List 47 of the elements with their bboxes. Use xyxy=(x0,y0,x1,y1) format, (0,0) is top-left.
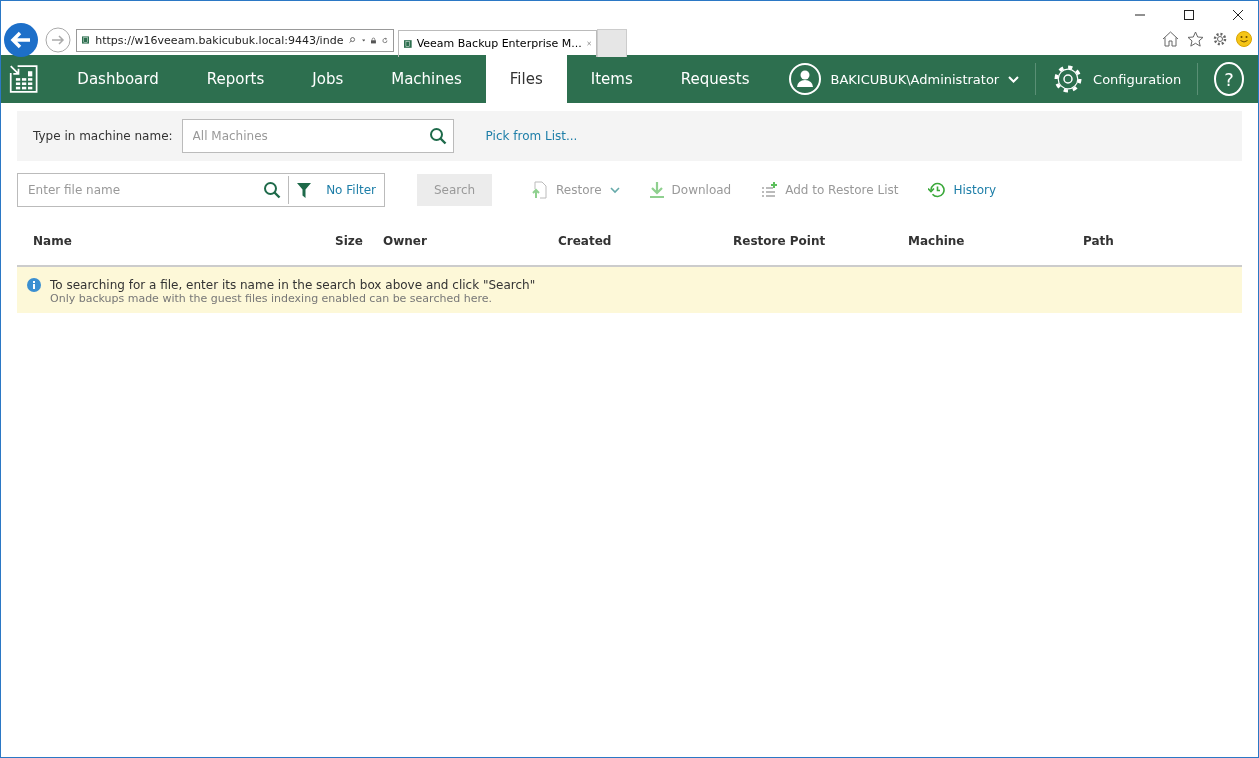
nav-tab[interactable]: Items xyxy=(566,55,657,103)
download-icon xyxy=(649,182,664,198)
back-icon[interactable] xyxy=(3,22,39,58)
nav-tab[interactable]: Machines xyxy=(367,55,486,103)
column-header[interactable]: Created xyxy=(542,234,717,248)
caret-icon[interactable] xyxy=(361,37,366,43)
nav-tab[interactable]: Dashboard xyxy=(53,55,183,103)
file-upload-icon xyxy=(532,181,548,199)
url-text: https://w16veeam.bakicubuk.local:9443/inde xyxy=(95,33,344,47)
address-bar[interactable]: https://w16veeam.bakicubuk.local:9443/inde xyxy=(76,28,394,52)
settings-icon[interactable] xyxy=(1212,31,1228,47)
nav-tab[interactable]: Requests xyxy=(656,55,774,103)
column-header[interactable]: Size xyxy=(310,234,367,248)
star-icon[interactable] xyxy=(1187,31,1204,47)
history-icon xyxy=(928,182,946,198)
filter-button[interactable]: No Filter xyxy=(289,182,385,198)
smiley-icon[interactable] xyxy=(1236,31,1252,47)
pick-from-list-link[interactable]: Pick from List... xyxy=(485,129,578,143)
column-header[interactable]: Owner xyxy=(367,234,542,248)
funnel-icon xyxy=(297,182,312,198)
column-header[interactable]: Name xyxy=(17,234,310,248)
close-icon[interactable] xyxy=(1232,9,1244,21)
column-header[interactable]: Machine xyxy=(892,234,1067,248)
configuration-button[interactable]: Configuration xyxy=(1036,63,1198,95)
user-icon xyxy=(789,63,822,95)
column-header[interactable]: Restore Point xyxy=(717,234,892,248)
machine-field[interactable]: All Machines xyxy=(181,119,454,153)
search-icon[interactable] xyxy=(263,181,282,199)
logo-icon[interactable] xyxy=(9,62,39,96)
help-button[interactable]: ? xyxy=(1214,62,1244,96)
nav-tab[interactable]: Reports xyxy=(182,55,289,103)
nav-tab[interactable]: Files xyxy=(485,55,567,103)
history-button[interactable]: History xyxy=(928,182,997,198)
info-detail: Only backups made with the guest files indexing enabled can be searched here. xyxy=(50,292,493,305)
chevron-icon xyxy=(1008,75,1020,83)
maximize-icon[interactable] xyxy=(1183,9,1195,21)
info-icon xyxy=(27,278,41,292)
machine-label: Type in machine name: xyxy=(33,129,173,143)
column-header[interactable]: Path xyxy=(1067,234,1207,248)
nav-tab[interactable]: Jobs xyxy=(288,55,368,103)
info-message: To searching for a file, enter its name in the search box above and click "Search" xyxy=(50,278,536,292)
search-icon[interactable] xyxy=(428,127,447,145)
chevron-icon xyxy=(609,186,620,194)
home-icon[interactable] xyxy=(1162,31,1179,47)
list-add-icon xyxy=(761,182,778,198)
user-menu[interactable]: BAKICUBUK\Administrator xyxy=(773,63,1036,95)
tab-title: Veeam Backup Enterprise M... xyxy=(416,37,582,50)
